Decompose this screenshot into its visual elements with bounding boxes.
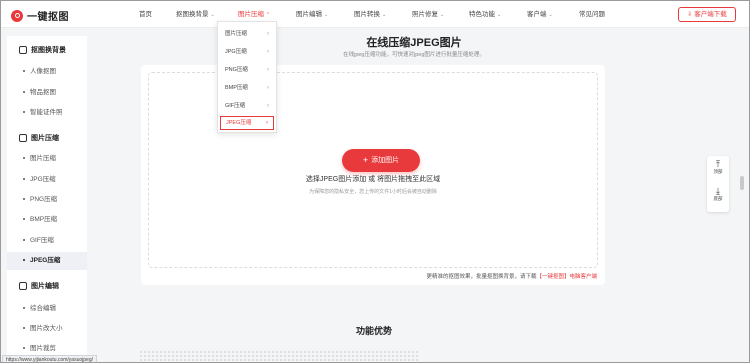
sidebar-section-compress: 图片压缩: [19, 133, 59, 143]
status-url: https://www.yijiankoutu.com/yasuojpeg/: [2, 355, 97, 362]
dropdown-item-image-compress[interactable]: 图片压缩 ›: [220, 27, 274, 41]
compress-dropdown-menu: 图片压缩 › JPG压缩 › PNG压缩 › BMP压缩 › GIF压缩 › JPEG压缩…: [217, 21, 277, 133]
download-icon: ⇩: [687, 12, 693, 18]
nav-cutout-background[interactable]: 抠图换背景 ⌄: [176, 1, 215, 28]
chevron-down-icon: ⌄: [548, 12, 553, 18]
dropdown-item-png-compress[interactable]: PNG压缩 ›: [220, 63, 274, 77]
page-title: 在线压缩JPEG图片: [366, 37, 462, 49]
sidebar: 抠图换背景 人像抠图 物品抠图 智能证件照 图片压缩 图片压缩 JPG压缩 PN…: [7, 36, 87, 362]
page-frame: 一键抠图 首页 抠图换背景 ⌄ 图片压缩 ⌃ 图片编辑 ⌄ 图片转换 ⌄ 照片修复 ⌄ 特…: [0, 0, 750, 363]
upload-dropzone[interactable]: + 添加图片: [148, 72, 598, 268]
chevron-down-icon: ⌄: [324, 12, 329, 18]
chevron-right-icon: ›: [266, 120, 268, 126]
page-subtitle: 在线jpeg压缩功能，可快速对jpeg图片进行批量压缩处理。: [343, 52, 485, 58]
compress-icon: [19, 134, 27, 142]
sidebar-item-portrait-cutout[interactable]: 人像抠图: [7, 63, 87, 81]
privacy-note: 为保障您的隐私安全，您上传的文件1小时后会被自动删除: [309, 189, 437, 195]
advantage-title: 功能优势: [355, 326, 392, 336]
nav-image-convert[interactable]: 图片转换 ⌄: [354, 1, 386, 28]
nav-image-edit[interactable]: 图片编辑 ⌄: [296, 1, 328, 28]
chevron-right-icon: ›: [267, 85, 269, 91]
sidebar-item-image-compress[interactable]: 图片压缩: [7, 150, 87, 168]
client-download-button[interactable]: ⇩ 客户端下载: [678, 7, 736, 22]
dropdown-item-bmp-compress[interactable]: BMP压缩 ›: [220, 81, 274, 95]
logo-text: 一键抠图: [27, 12, 69, 23]
sidebar-item-gif-compress[interactable]: GIF压缩: [7, 232, 87, 250]
chevron-right-icon: ›: [267, 49, 269, 55]
go-to-bottom-button[interactable]: ⤓ 底部: [707, 187, 729, 202]
decorative-pattern: [139, 350, 419, 362]
cutout-icon: [19, 46, 27, 54]
sidebar-item-id-photo[interactable]: 智能证件照: [7, 104, 87, 122]
nav-special-features[interactable]: 特色功能 ⌄: [469, 1, 501, 28]
nav-faq[interactable]: 常见问题: [579, 1, 605, 28]
scrollbar-thumb[interactable]: [740, 176, 744, 190]
back-to-top-button[interactable]: ⤒ 顶部: [707, 160, 729, 175]
chevron-up-icon: ⌃: [266, 12, 271, 18]
nav-home[interactable]: 首页: [139, 1, 152, 28]
arrow-down-icon: ⤓: [716, 186, 720, 196]
sidebar-item-bmp-compress[interactable]: BMP压缩: [7, 211, 87, 229]
sidebar-section-edit: 图片编辑: [19, 281, 59, 291]
top-header: 一键抠图 首页 抠图换背景 ⌄ 图片压缩 ⌃ 图片编辑 ⌄ 图片转换 ⌄ 照片修复 ⌄ 特…: [1, 1, 749, 28]
nav-photo-repair[interactable]: 照片修复 ⌄: [412, 1, 444, 28]
client-promo: 更精准的抠图效果，批量抠图换背景，请下载【一键抠图】电脑客户端: [426, 274, 597, 280]
sidebar-item-object-cutout[interactable]: 物品抠图: [7, 84, 87, 102]
chevron-right-icon: ›: [267, 103, 269, 109]
chevron-right-icon: ›: [267, 67, 269, 73]
upload-hint: 选择JPEG图片添加 或 将图片拖拽至此区域: [305, 176, 441, 183]
arrow-up-icon: ⤒: [716, 159, 720, 169]
edit-icon: [19, 282, 27, 290]
logo[interactable]: 一键抠图: [11, 8, 69, 23]
sidebar-section-cutout: 抠图换背景: [19, 45, 66, 55]
plus-icon: +: [362, 155, 369, 165]
chevron-right-icon: ›: [267, 31, 269, 37]
chevron-down-icon: ⌄: [440, 12, 445, 18]
dropdown-item-jpeg-compress[interactable]: JPEG压缩 ›: [220, 116, 274, 130]
float-toolbar: ⤒ 顶部 ⤓ 底部: [707, 156, 729, 212]
chevron-down-icon: ⌄: [210, 12, 215, 18]
add-image-button[interactable]: + 添加图片: [342, 149, 420, 172]
logo-icon: [11, 9, 23, 22]
upload-card: + 添加图片 选择JPEG图片添加 或 将图片拖拽至此区域 为保障您的隐私安全，您…: [141, 65, 605, 285]
chevron-down-icon: ⌄: [497, 12, 502, 18]
sidebar-item-jpeg-compress[interactable]: JPEG压缩: [7, 252, 87, 270]
nav-client[interactable]: 客户端 ⌄: [527, 1, 553, 28]
sidebar-item-png-compress[interactable]: PNG压缩: [7, 191, 87, 209]
sidebar-item-resize[interactable]: 图片改大小: [7, 320, 87, 338]
sidebar-item-jpg-compress[interactable]: JPG压缩: [7, 171, 87, 189]
chevron-down-icon: ⌄: [382, 12, 387, 18]
dropdown-item-gif-compress[interactable]: GIF压缩 ›: [220, 99, 274, 113]
sidebar-item-combined-edit[interactable]: 综合编辑: [7, 300, 87, 318]
dropdown-item-jpg-compress[interactable]: JPG压缩 ›: [220, 45, 274, 59]
client-download-link[interactable]: 【一键抠图】电脑客户端: [536, 274, 597, 280]
